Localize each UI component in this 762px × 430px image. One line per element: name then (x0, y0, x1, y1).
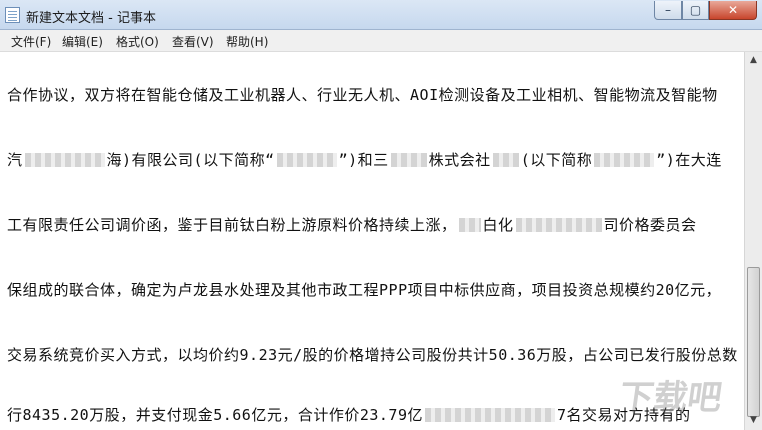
close-button[interactable]: ✕ (709, 1, 757, 20)
text-segment: 保组成的联合体，确定为卢龙县水处理及其他市政工程PPP项目中标供应商，项目投资总… (7, 281, 722, 299)
text-segment: 白化 (482, 216, 514, 234)
text-segment: ”)在大连 (656, 151, 722, 169)
text-line: 保组成的联合体，确定为卢龙县水处理及其他市政工程PPP项目中标供应商，项目投资总… (7, 279, 721, 300)
menu-view[interactable]: 查看(V) (172, 33, 214, 50)
text-segment: ”)和三 (338, 151, 389, 169)
redacted-text (594, 153, 655, 167)
scroll-down-button[interactable]: ▼ (745, 412, 762, 429)
menu-edit[interactable]: 编辑(E) (62, 33, 103, 50)
text-segment: (以下简称 (520, 151, 593, 169)
vertical-scrollbar[interactable]: ▲ ▼ (744, 52, 762, 430)
redacted-text (24, 153, 105, 167)
text-segment: 合作协议，双方将在智能仓储及工业机器人、行业无人机、AOI检测设备及工业相机、智… (7, 86, 718, 104)
scroll-up-button[interactable]: ▲ (745, 52, 762, 69)
text-line: 合作协议，双方将在智能仓储及工业机器人、行业无人机、AOI检测设备及工业相机、智… (7, 84, 718, 105)
text-line: 工有限责任公司调价函，鉴于目前钛白粉上游原料价格持续上涨， 白化 司价格委员会 (7, 214, 697, 235)
title-bar: 新建文本文档 - 记事本 – ▢ ✕ (0, 0, 762, 30)
redacted-text (515, 218, 602, 232)
minimize-button[interactable]: – (654, 1, 682, 20)
menu-format[interactable]: 格式(O) (116, 33, 159, 50)
menu-help[interactable]: 帮助(H) (226, 33, 268, 50)
scrollbar-thumb[interactable] (747, 267, 760, 417)
text-line: 交易系统竞价买入方式，以均价约9.23元/股的价格增持公司股份共计50.36万股… (7, 344, 738, 365)
text-segment: 工有限责任公司调价函，鉴于目前钛白粉上游原料价格持续上涨， (7, 216, 457, 234)
redacted-text (458, 218, 481, 232)
menu-file[interactable]: 文件(F) (11, 33, 51, 50)
text-segment: 株式会社 (428, 151, 491, 169)
text-line: 行8435.20万股，并支付现金5.66亿元，合计作价23.79亿 7名交易对方持… (7, 404, 691, 425)
redacted-text (390, 153, 427, 167)
text-segment: 司价格委员会 (603, 216, 697, 234)
notepad-icon (5, 7, 20, 23)
text-line: 汽 海)有限公司(以下简称“ ”)和三 株式会社 (以下简称 ”)在大连 (7, 149, 722, 170)
redacted-text (425, 408, 555, 422)
site-watermark: 下载吧 (616, 378, 725, 418)
redacted-text (276, 153, 337, 167)
text-segment: 行8435.20万股，并支付现金5.66亿元，合计作价23.79亿 (7, 406, 423, 424)
text-segment: 交易系统竞价买入方式，以均价约9.23元/股的价格增持公司股份共计50.36万股… (7, 346, 738, 364)
redacted-text (492, 153, 519, 167)
text-segment: 汽 (7, 151, 23, 169)
menu-bar: 文件(F) 编辑(E) 格式(O) 查看(V) 帮助(H) (0, 30, 762, 52)
text-segment: 海)有限公司(以下简称“ (106, 151, 275, 169)
window-title: 新建文本文档 - 记事本 (26, 11, 156, 26)
maximize-button[interactable]: ▢ (682, 1, 709, 20)
